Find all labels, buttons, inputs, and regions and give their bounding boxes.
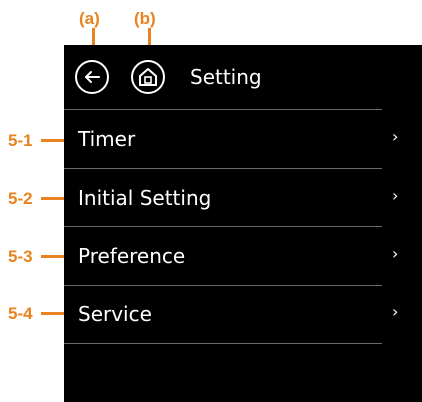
chevron-right-icon: › xyxy=(392,244,399,263)
menu-item-initial-setting[interactable]: Initial Setting › xyxy=(64,169,404,227)
callout-service-label: 5-4 xyxy=(8,304,33,323)
chevron-right-icon: › xyxy=(392,186,399,205)
menu-item-preference[interactable]: Preference › xyxy=(64,227,404,285)
callout-initial-setting-label: 5-2 xyxy=(8,189,33,208)
arrow-left-icon xyxy=(85,71,100,83)
menu-item-label: Initial Setting xyxy=(78,186,212,210)
device-screen: Setting Timer › Initial Setting › Prefer… xyxy=(64,45,422,402)
menu-item-label: Timer xyxy=(78,127,136,151)
callout-timer-label: 5-1 xyxy=(8,131,33,150)
callout-preference-label: 5-3 xyxy=(8,247,33,266)
page-title: Setting xyxy=(190,65,262,89)
back-button[interactable] xyxy=(75,60,109,94)
home-icon xyxy=(139,68,157,86)
chevron-right-icon: › xyxy=(392,302,399,321)
menu-item-label: Preference xyxy=(78,244,186,268)
menu-divider xyxy=(64,343,382,344)
menu-item-timer[interactable]: Timer › xyxy=(64,110,404,168)
callout-home-label: (b) xyxy=(134,9,156,28)
home-button[interactable] xyxy=(131,60,165,94)
menu-item-service[interactable]: Service › xyxy=(64,285,404,343)
chevron-right-icon: › xyxy=(392,127,399,146)
callout-back-label: (a) xyxy=(79,9,100,28)
menu-item-label: Service xyxy=(78,302,152,326)
header: Setting xyxy=(64,45,422,109)
